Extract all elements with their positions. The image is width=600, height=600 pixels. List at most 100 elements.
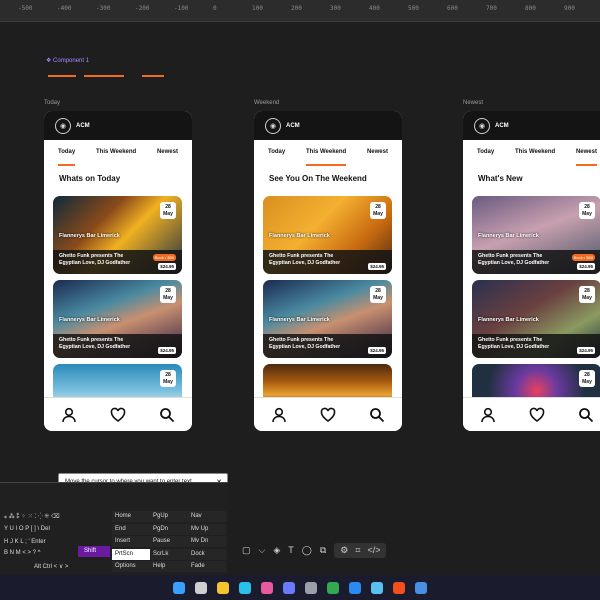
nav-key[interactable]: PrtScn: [112, 548, 150, 560]
tab-0[interactable]: Today: [477, 149, 494, 166]
on-screen-keyboard[interactable]: ⁎ ⁂ ⁑ ⁘ ⁙ ⁚ ⁛ ⁜ ⌫ Y U I O P [ ] \ Del H …: [0, 482, 228, 575]
brand-name: ACM: [286, 122, 300, 129]
section-title: See You On The Weekend: [269, 174, 367, 183]
nav-key[interactable]: Mv Dn: [188, 536, 226, 547]
chevron-down-icon[interactable]: ⌵: [259, 545, 266, 556]
date-badge: 28 May: [370, 286, 386, 303]
book-button[interactable]: Book • $80: [571, 254, 595, 261]
photos-icon[interactable]: [261, 581, 273, 594]
frame-label[interactable]: Today: [44, 100, 60, 106]
search-icon[interactable]: [159, 407, 175, 423]
nav-key[interactable]: Dock: [188, 548, 226, 560]
variant-bar[interactable]: [84, 69, 124, 77]
windows-taskbar[interactable]: [0, 575, 600, 600]
event-card[interactable]: 28 May Flannerys Bar Limerick Ghetto Funk …: [53, 196, 182, 274]
nav-key[interactable]: Nav: [188, 511, 226, 522]
tab-2[interactable]: Newest: [575, 149, 597, 166]
nav-key[interactable]: End: [112, 523, 150, 535]
comment-tool-icon[interactable]: ◯: [302, 545, 312, 556]
variant-bar[interactable]: [142, 69, 164, 77]
venue-name: Flannerys Bar Limerick: [269, 317, 330, 323]
frame-label[interactable]: Weekend: [254, 100, 279, 106]
keyboard-row-3[interactable]: H J K L ; ' Enter: [4, 539, 46, 545]
keyboard-row-2[interactable]: Y U I O P [ ] \ Del: [4, 526, 50, 532]
heart-icon[interactable]: [320, 407, 336, 423]
design-mode-icon[interactable]: ⚙: [340, 545, 348, 556]
nav-key[interactable]: Pause: [150, 536, 188, 547]
folder-icon[interactable]: [217, 581, 229, 594]
date-month: May: [582, 295, 592, 301]
frame-tool-icon[interactable]: ▢: [242, 545, 251, 556]
venue-name: Flannerys Bar Limerick: [269, 233, 330, 239]
app-icon[interactable]: [415, 581, 427, 594]
shift-key[interactable]: Shift: [78, 546, 110, 557]
event-card[interactable]: 28 May Flannerys Bar Limerick Ghetto Funk …: [472, 280, 600, 358]
user-icon[interactable]: [61, 407, 77, 423]
date-badge: 28 May: [579, 370, 595, 387]
edge-icon[interactable]: [239, 581, 251, 594]
search-icon[interactable]: [578, 407, 594, 423]
heart-icon[interactable]: [529, 407, 545, 423]
logo-icon: ◉: [55, 117, 71, 134]
nav-key[interactable]: Options: [112, 561, 150, 572]
store-icon[interactable]: [283, 581, 295, 594]
keyboard-row-1[interactable]: ⁎ ⁂ ⁑ ⁘ ⁙ ⁚ ⁛ ⁜ ⌫: [4, 513, 60, 520]
dev-mode-icon[interactable]: </>: [367, 545, 380, 556]
tab-2[interactable]: Newest: [157, 149, 178, 166]
event-card[interactable]: 28 May Flannerys Bar Limerick Ghetto Funk …: [263, 280, 392, 358]
event-card[interactable]: 28 May Flannerys Bar Limerick Ghetto Funk …: [53, 280, 182, 358]
price-tag: $24.95: [158, 263, 176, 270]
nav-key[interactable]: PgUp: [150, 511, 188, 522]
tab-2[interactable]: Newest: [367, 149, 388, 166]
event-card[interactable]: 28 May Flannerys Bar Limerick Ghetto Funk …: [263, 196, 392, 274]
nav-key[interactable]: Mv Up: [188, 523, 226, 535]
user-icon[interactable]: [271, 407, 287, 423]
vscode-icon[interactable]: [349, 581, 361, 594]
component-label[interactable]: ❖ Component 1: [46, 57, 89, 64]
heart-icon[interactable]: [110, 407, 126, 423]
mode-toggle-group[interactable]: ⚙ ⌗ </>: [334, 542, 387, 558]
search-icon[interactable]: [369, 407, 385, 423]
tab-0[interactable]: Today: [268, 149, 285, 166]
phone-frame[interactable]: ◉ ACM Today This Weekend Newest Whats on To…: [44, 111, 192, 431]
app-header: ◉ ACM: [254, 111, 402, 140]
chrome-icon[interactable]: [327, 581, 339, 594]
event-info: Ghetto Funk presents The Egyptian Love, …: [263, 334, 392, 358]
tab-1[interactable]: This Weekend: [515, 149, 555, 166]
pen-tool-icon[interactable]: ◈: [273, 545, 280, 556]
ruler-tick: -400: [57, 5, 72, 12]
venue-name: Flannerys Bar Limerick: [478, 317, 539, 323]
tab-0[interactable]: Today: [58, 149, 76, 166]
keyboard-row-4[interactable]: B N M < > ? ^: [4, 550, 41, 556]
text-tool-icon[interactable]: T: [288, 545, 294, 555]
keyboard-row-5[interactable]: Alt Ctrl < ∨ >: [34, 563, 68, 570]
app-header: ◉ ACM: [44, 111, 192, 140]
date-badge: 28 May: [160, 286, 176, 303]
settings-icon[interactable]: [305, 581, 317, 594]
tab-1[interactable]: This Weekend: [305, 149, 347, 166]
user-icon[interactable]: [480, 407, 496, 423]
nav-key[interactable]: Insert: [112, 536, 150, 547]
nav-key[interactable]: Fade: [188, 561, 226, 572]
nav-key[interactable]: ScrLk: [150, 548, 188, 560]
phone-frame[interactable]: ◉ ACM Today This Weekend Newest See You On …: [254, 111, 402, 431]
components-tool-icon[interactable]: ⧉: [320, 545, 326, 556]
figma-icon[interactable]: [393, 581, 405, 594]
phone-frame[interactable]: ◉ ACM Today This Weekend Newest What's New 2…: [463, 111, 600, 431]
nav-key[interactable]: Home: [112, 511, 150, 522]
book-button[interactable]: Book • $80: [152, 254, 176, 261]
files-icon[interactable]: [371, 581, 383, 594]
design-toolbar[interactable]: ▢ ⌵ ◈ T ◯ ⧉ ⚙ ⌗ </>: [228, 538, 438, 562]
windows-icon[interactable]: [173, 581, 185, 594]
nav-key[interactable]: Help: [150, 561, 188, 572]
nav-key[interactable]: PgDn: [150, 523, 188, 535]
date-day: 28: [165, 372, 171, 378]
search-icon[interactable]: [195, 581, 207, 594]
prototype-mode-icon[interactable]: ⌗: [355, 545, 360, 556]
date-badge: 28 May: [579, 286, 595, 303]
frame-label[interactable]: Newest: [463, 100, 483, 106]
variant-bar[interactable]: [48, 69, 76, 77]
tab-1[interactable]: This Weekend: [96, 149, 136, 166]
event-card[interactable]: 28 May Flannerys Bar Limerick Ghetto Funk …: [472, 196, 600, 274]
brand-name: ACM: [76, 122, 90, 129]
